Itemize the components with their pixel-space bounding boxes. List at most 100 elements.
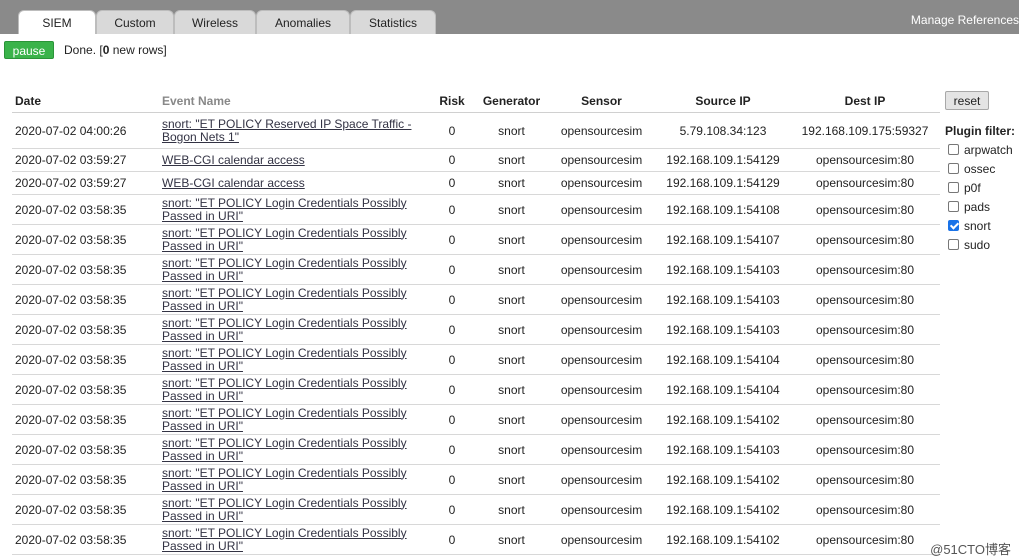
event-name-link[interactable]: snort: "ET POLICY Login Credentials Poss…: [162, 226, 407, 240]
cell-sensor: opensourcesim: [547, 254, 656, 285]
event-name-link[interactable]: Passed in URI": [162, 359, 243, 373]
event-name-link[interactable]: snort: "ET POLICY Login Credentials Poss…: [162, 316, 407, 330]
event-name-link[interactable]: snort: "ET POLICY Login Credentials Poss…: [162, 406, 407, 420]
plugin-label: pads: [964, 199, 991, 214]
cell-dest-ip: opensourcesim:80: [790, 374, 940, 405]
status-prefix: Done. [: [64, 43, 103, 57]
cell-date: 2020-07-02 03:58:35: [12, 374, 158, 405]
event-name-link[interactable]: WEB-CGI calendar access: [162, 176, 305, 190]
plugin-filter-item-sudo[interactable]: sudo: [948, 235, 1013, 254]
table-row: 2020-07-02 03:58:35 snort: "ET POLICY Log…: [12, 374, 940, 405]
event-name-link[interactable]: WEB-CGI calendar access: [162, 153, 305, 167]
event-name-link[interactable]: snort: "ET POLICY Login Credentials Poss…: [162, 526, 407, 540]
cell-risk: 0: [428, 524, 476, 555]
event-name-link[interactable]: Passed in URI": [162, 299, 243, 313]
cell-risk: 0: [428, 224, 476, 255]
status-text: Done. [0 new rows]: [64, 43, 167, 57]
cell-risk: 0: [428, 148, 476, 172]
tab-statistics[interactable]: Statistics: [350, 10, 436, 34]
cell-sensor: opensourcesim: [547, 314, 656, 345]
event-name-link[interactable]: Passed in URI": [162, 509, 243, 523]
event-name-link[interactable]: Passed in URI": [162, 539, 243, 553]
event-name-link[interactable]: snort: "ET POLICY Login Credentials Poss…: [162, 466, 407, 480]
event-name-link[interactable]: snort: "ET POLICY Login Credentials Poss…: [162, 376, 407, 390]
cell-generator: snort: [476, 171, 547, 195]
cell-dest-ip: opensourcesim:80: [790, 494, 940, 525]
column-dest-ip: Dest IP: [790, 90, 940, 113]
cell-dest-ip: opensourcesim:80: [790, 314, 940, 345]
event-name-link[interactable]: Passed in URI": [162, 209, 243, 223]
events-table: Date Event Name Risk Generator Sensor So…: [12, 90, 940, 555]
plugin-checkbox[interactable]: [948, 220, 959, 231]
plugin-checkbox[interactable]: [948, 144, 959, 155]
manage-references-link[interactable]: Manage References: [911, 13, 1019, 27]
cell-date: 2020-07-02 03:58:35: [12, 314, 158, 345]
event-name-link[interactable]: snort: "ET POLICY Login Credentials Poss…: [162, 346, 407, 360]
cell-generator: snort: [476, 194, 547, 225]
event-name-link[interactable]: Passed in URI": [162, 479, 243, 493]
plugin-checkbox[interactable]: [948, 239, 959, 250]
event-name-link[interactable]: Passed in URI": [162, 419, 243, 433]
tab-anomalies[interactable]: Anomalies: [256, 10, 350, 34]
cell-risk: 0: [428, 464, 476, 495]
event-name-link[interactable]: Passed in URI": [162, 389, 243, 403]
plugin-filter-item-ossec[interactable]: ossec: [948, 159, 1013, 178]
cell-event-name: snort: "ET POLICY Login Credentials Poss…: [158, 194, 428, 225]
plugin-filter-item-arpwatch[interactable]: arpwatch: [948, 140, 1013, 159]
cell-event-name: snort: "ET POLICY Reserved IP Space Traf…: [158, 112, 428, 149]
cell-risk: 0: [428, 434, 476, 465]
cell-generator: snort: [476, 524, 547, 555]
event-name-link[interactable]: snort: "ET POLICY Reserved IP Space Traf…: [162, 117, 411, 131]
cell-dest-ip: opensourcesim:80: [790, 194, 940, 225]
column-event-name: Event Name: [158, 90, 428, 113]
tab-siem[interactable]: SIEM: [18, 10, 96, 34]
cell-date: 2020-07-02 03:58:35: [12, 254, 158, 285]
event-name-link[interactable]: snort: "ET POLICY Login Credentials Poss…: [162, 436, 407, 450]
plugin-checkbox[interactable]: [948, 182, 959, 193]
cell-sensor: opensourcesim: [547, 404, 656, 435]
plugin-label: p0f: [964, 180, 981, 195]
plugin-label: ossec: [964, 161, 996, 176]
table-row: 2020-07-02 03:59:27 WEB-CGI calendar acce…: [12, 148, 940, 172]
cell-source-ip: 192.168.109.1:54103: [656, 284, 790, 315]
cell-event-name: snort: "ET POLICY Login Credentials Poss…: [158, 284, 428, 315]
cell-sensor: opensourcesim: [547, 148, 656, 172]
cell-event-name: snort: "ET POLICY Login Credentials Poss…: [158, 224, 428, 255]
cell-dest-ip: opensourcesim:80: [790, 434, 940, 465]
cell-source-ip: 192.168.109.1:54103: [656, 314, 790, 345]
event-name-link[interactable]: Passed in URI": [162, 449, 243, 463]
cell-source-ip: 192.168.109.1:54102: [656, 524, 790, 555]
cell-generator: snort: [476, 148, 547, 172]
event-name-link[interactable]: Passed in URI": [162, 329, 243, 343]
plugin-label: arpwatch: [964, 142, 1013, 157]
cell-event-name: snort: "ET POLICY Login Credentials Poss…: [158, 314, 428, 345]
cell-source-ip: 192.168.109.1:54129: [656, 148, 790, 172]
event-name-link[interactable]: snort: "ET POLICY Login Credentials Poss…: [162, 256, 407, 270]
table-row: 2020-07-02 03:58:35 snort: "ET POLICY Log…: [12, 404, 940, 435]
column-date: Date: [12, 90, 158, 113]
event-name-link[interactable]: Passed in URI": [162, 239, 243, 253]
plugin-checkbox[interactable]: [948, 201, 959, 212]
cell-risk: 0: [428, 254, 476, 285]
event-name-link[interactable]: Passed in URI": [162, 269, 243, 283]
event-name-link[interactable]: snort: "ET POLICY Login Credentials Poss…: [162, 196, 407, 210]
cell-date: 2020-07-02 03:58:35: [12, 194, 158, 225]
pause-button[interactable]: pause: [4, 41, 54, 59]
cell-risk: 0: [428, 404, 476, 435]
cell-generator: snort: [476, 224, 547, 255]
cell-risk: 0: [428, 314, 476, 345]
cell-generator: snort: [476, 404, 547, 435]
cell-source-ip: 192.168.109.1:54103: [656, 434, 790, 465]
plugin-filter-item-pads[interactable]: pads: [948, 197, 1013, 216]
event-name-link[interactable]: Bogon Nets 1": [162, 130, 239, 144]
tab-custom[interactable]: Custom: [96, 10, 174, 34]
plugin-filter-item-snort[interactable]: snort: [948, 216, 1013, 235]
cell-dest-ip: opensourcesim:80: [790, 344, 940, 375]
event-name-link[interactable]: snort: "ET POLICY Login Credentials Poss…: [162, 286, 407, 300]
plugin-checkbox[interactable]: [948, 163, 959, 174]
event-name-link[interactable]: snort: "ET POLICY Login Credentials Poss…: [162, 496, 407, 510]
plugin-filter-item-p0f[interactable]: p0f: [948, 178, 1013, 197]
tab-wireless[interactable]: Wireless: [174, 10, 256, 34]
cell-date: 2020-07-02 03:58:35: [12, 284, 158, 315]
reset-button[interactable]: reset: [945, 91, 989, 110]
